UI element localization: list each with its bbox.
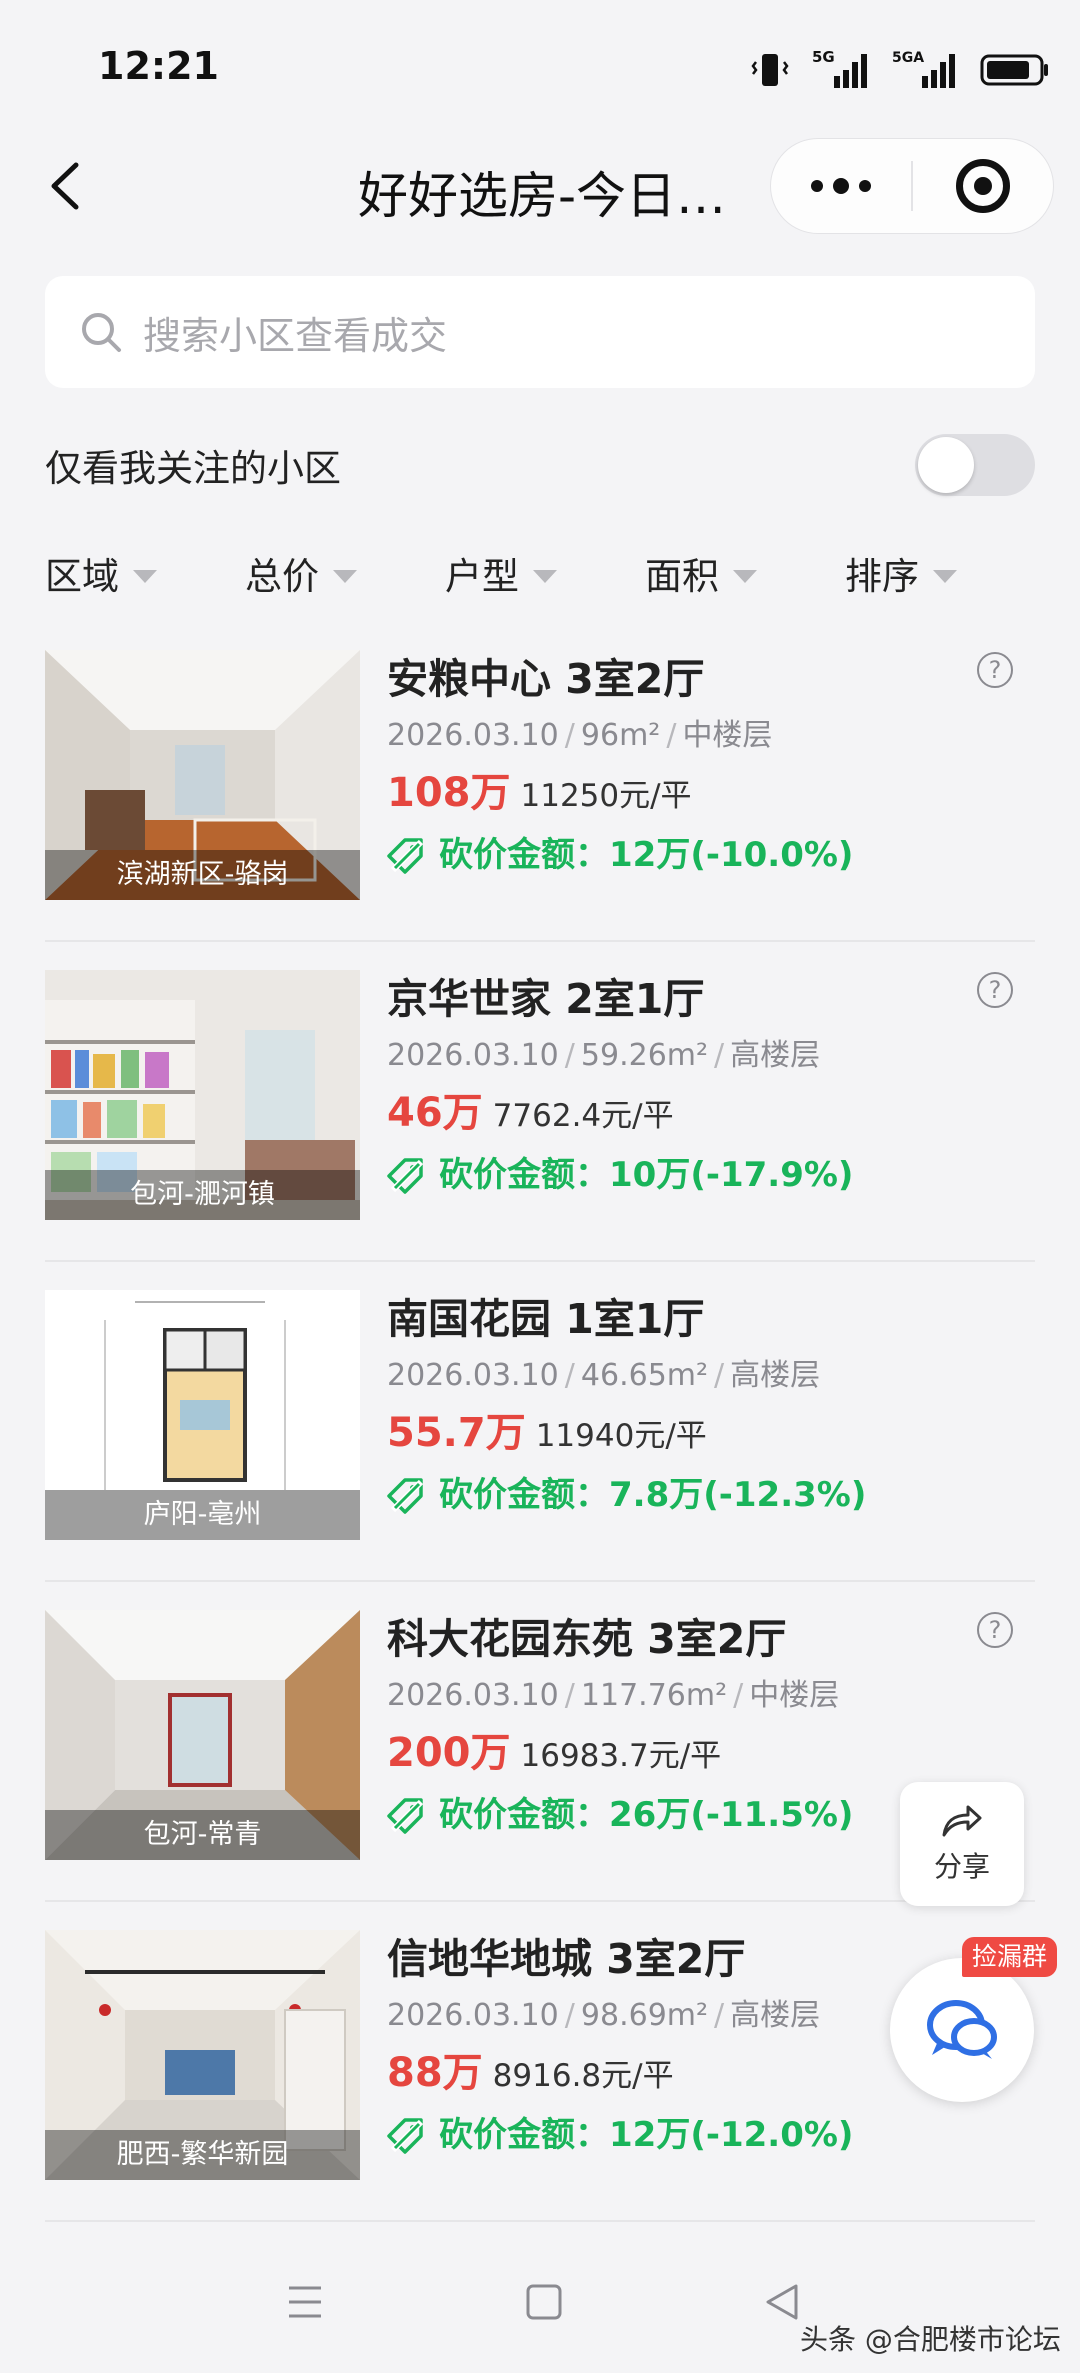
price-tag-cut-icon bbox=[387, 838, 424, 874]
listing-price-cut: 砍价金额：12万(-10.0%) bbox=[387, 822, 1035, 888]
chevron-left-icon bbox=[51, 162, 79, 210]
share-button[interactable]: 分享 bbox=[900, 1782, 1024, 1906]
listing-price-cut: 砍价金额：10万(-17.9%) bbox=[387, 1142, 1035, 1208]
caret-down-icon bbox=[133, 569, 157, 583]
target-close-icon bbox=[956, 159, 1010, 213]
caret-down-icon bbox=[333, 569, 357, 583]
more-dots-icon bbox=[811, 180, 823, 192]
help-icon[interactable]: ? bbox=[977, 972, 1013, 1008]
network-label-1: 5G bbox=[812, 48, 835, 66]
home-square-icon[interactable] bbox=[524, 2282, 564, 2322]
menu-icon[interactable] bbox=[285, 2282, 325, 2322]
listing-location: 包河-常青 bbox=[45, 1810, 360, 1860]
back-triangle-icon[interactable] bbox=[762, 2282, 802, 2322]
listing-photo: 包河-淝河镇 bbox=[45, 970, 360, 1220]
back-button[interactable] bbox=[36, 156, 96, 216]
vibrate-icon bbox=[751, 54, 789, 86]
status-time: 12:21 bbox=[98, 44, 219, 88]
share-label: 分享 bbox=[933, 1850, 990, 1883]
caret-down-icon bbox=[533, 569, 557, 583]
more-button[interactable] bbox=[771, 139, 911, 233]
listing-price: 200万 bbox=[387, 1730, 511, 1776]
listing-title: 南国花园 1室1厅 bbox=[387, 1295, 705, 1343]
listing-unit-price: 7762.4元/平 bbox=[492, 1098, 674, 1134]
listing-price: 46万 bbox=[387, 1090, 483, 1136]
price-tag-cut-icon bbox=[387, 1478, 424, 1514]
follow-filter-row: 仅看我关注的小区 bbox=[45, 420, 1035, 510]
help-icon[interactable]: ? bbox=[977, 652, 1013, 688]
filter-region[interactable]: 区域 bbox=[45, 540, 245, 606]
listing-meta: 2026.03.10/96m² / 中楼层 bbox=[387, 718, 773, 753]
listing-item[interactable]: 包河-淝河镇 京华世家 2室1厅 2026.03.10/59.26m² / 高楼层 … bbox=[45, 942, 1035, 1262]
battery-icon bbox=[980, 54, 1048, 86]
share-arrow-icon bbox=[942, 1805, 982, 1837]
listing-title: 京华世家 2室1厅 bbox=[387, 975, 705, 1023]
listing-item[interactable]: 包河-常青 科大花园东苑 3室2厅 2026.03.10/117.76m² / 中楼… bbox=[45, 1582, 1035, 1902]
nav-bar: 好好选房-今日… bbox=[0, 130, 1080, 240]
price-tag-cut-icon bbox=[387, 2118, 424, 2154]
listing-price-cut: 砍价金额：12万(-12.0%) bbox=[387, 2102, 1035, 2168]
listing-price: 55.7万 bbox=[387, 1410, 526, 1456]
search-placeholder: 搜索小区查看成交 bbox=[143, 313, 448, 358]
listing-title: 科大花园东苑 3室2厅 bbox=[387, 1615, 787, 1663]
listing-price-cut: 砍价金额：7.8万(-12.3%) bbox=[387, 1462, 1035, 1528]
miniprogram-capsule bbox=[770, 138, 1054, 234]
listing-item[interactable]: 肥西-繁华新园 信地华地城 3室2厅 2026.03.10/98.69m² / 高楼… bbox=[45, 1902, 1035, 2222]
caret-down-icon bbox=[933, 569, 957, 583]
listing-item[interactable]: 庐阳-亳州 南国花园 1室1厅 2026.03.10/46.65m² / 高楼层 5… bbox=[45, 1262, 1035, 1582]
listing-location: 包河-淝河镇 bbox=[45, 1170, 360, 1220]
filter-bar: 区域 总价 户型 面积 排序 bbox=[45, 540, 1045, 606]
listing-location: 肥西-繁华新园 bbox=[45, 2130, 360, 2180]
search-icon bbox=[82, 313, 121, 352]
listing-photo: 滨湖新区-骆岗 bbox=[45, 650, 360, 900]
signal-5ga-icon: 5GA bbox=[892, 50, 955, 88]
listing-meta: 2026.03.10/46.65m² / 高楼层 bbox=[387, 1358, 821, 1393]
follow-filter-label: 仅看我关注的小区 bbox=[45, 447, 341, 490]
filter-layout[interactable]: 户型 bbox=[445, 540, 645, 606]
filter-total-price[interactable]: 总价 bbox=[245, 540, 445, 606]
status-icons: 5G 5GA bbox=[750, 48, 1050, 92]
filter-area[interactable]: 面积 bbox=[645, 540, 845, 606]
listing-unit-price: 11250元/平 bbox=[520, 778, 692, 814]
price-tag-cut-icon bbox=[387, 1158, 424, 1194]
listing-photo: 肥西-繁华新园 bbox=[45, 1930, 360, 2180]
signal-5g-icon: 5G bbox=[812, 48, 867, 88]
close-miniprogram-button[interactable] bbox=[913, 139, 1053, 233]
listing-meta: 2026.03.10/117.76m² / 中楼层 bbox=[387, 1678, 840, 1713]
chat-group-button[interactable] bbox=[890, 1958, 1034, 2102]
listing-photo: 包河-常青 bbox=[45, 1610, 360, 1860]
listing-photo: 庐阳-亳州 bbox=[45, 1290, 360, 1540]
listing-price: 108万 bbox=[387, 770, 511, 816]
listing-item[interactable]: 滨湖新区-骆岗 安粮中心 3室2厅 2026.03.10/96m² / 中楼层 10… bbox=[45, 622, 1035, 942]
chat-group-badge: 捡漏群 bbox=[962, 1937, 1058, 1977]
listing-location: 庐阳-亳州 bbox=[45, 1490, 360, 1540]
listing-price: 88万 bbox=[387, 2050, 483, 2096]
listing-unit-price: 16983.7元/平 bbox=[520, 1738, 722, 1774]
caret-down-icon bbox=[733, 569, 757, 583]
listing-meta: 2026.03.10/59.26m² / 高楼层 bbox=[387, 1038, 821, 1073]
listing-location: 滨湖新区-骆岗 bbox=[45, 850, 360, 900]
price-tag-cut-icon bbox=[387, 1798, 424, 1834]
listing-list: 滨湖新区-骆岗 安粮中心 3室2厅 2026.03.10/96m² / 中楼层 10… bbox=[45, 622, 1035, 2222]
chat-bubbles-icon bbox=[927, 2000, 997, 2059]
listing-unit-price: 8916.8元/平 bbox=[492, 2058, 674, 2094]
listing-title: 安粮中心 3室2厅 bbox=[387, 655, 705, 703]
listing-unit-price: 11940元/平 bbox=[535, 1418, 707, 1454]
page-title: 好好选房-今日… bbox=[358, 167, 727, 225]
status-bar: 12:21 5G 5GA bbox=[0, 0, 1080, 140]
follow-toggle[interactable] bbox=[915, 434, 1035, 496]
search-input[interactable]: 搜索小区查看成交 bbox=[45, 276, 1035, 388]
credit-watermark: 头条 @合肥楼市论坛 bbox=[800, 2323, 1061, 2356]
help-icon[interactable]: ? bbox=[977, 1612, 1013, 1648]
network-label-2: 5GA bbox=[892, 50, 924, 66]
filter-sort[interactable]: 排序 bbox=[845, 540, 1045, 606]
